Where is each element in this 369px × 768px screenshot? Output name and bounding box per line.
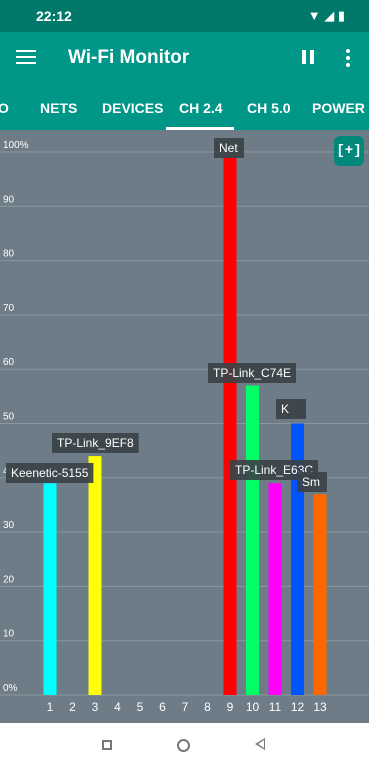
x-tick-label: 13 bbox=[313, 700, 327, 714]
tab-ch-24[interactable]: CH 2.4 bbox=[179, 100, 223, 116]
menu-icon[interactable] bbox=[14, 46, 38, 70]
signal-icon: ◢ bbox=[324, 8, 335, 23]
x-tick-label: 10 bbox=[246, 700, 260, 714]
y-tick-label: 80 bbox=[3, 249, 15, 260]
x-tick-label: 3 bbox=[92, 700, 99, 714]
x-tick-label: 6 bbox=[159, 700, 166, 714]
tab-ch-50[interactable]: CH 5.0 bbox=[247, 100, 291, 116]
x-tick-label: 4 bbox=[114, 700, 121, 714]
y-tick-label: 0% bbox=[3, 683, 18, 694]
y-tick-label: 30 bbox=[3, 520, 15, 531]
bar-label: Net bbox=[219, 141, 238, 155]
recents-icon[interactable] bbox=[102, 740, 112, 750]
bar-ch-1 bbox=[43, 483, 57, 695]
wifi-icon: ▼ bbox=[307, 8, 321, 23]
y-tick-label: 10 bbox=[3, 629, 15, 640]
x-tick-label: 7 bbox=[182, 700, 189, 714]
home-icon[interactable] bbox=[177, 739, 190, 752]
back-icon[interactable] bbox=[255, 738, 265, 750]
y-tick-label: 90 bbox=[3, 194, 15, 205]
bar-label: Sm bbox=[302, 475, 320, 489]
y-tick-label: 60 bbox=[3, 357, 15, 368]
app-title: Wi-Fi Monitor bbox=[68, 47, 190, 68]
x-tick-label: 1 bbox=[47, 700, 54, 714]
status-icons: ▼ ◢ ▮ bbox=[308, 8, 345, 24]
y-tick-label: 100% bbox=[3, 140, 29, 151]
chart-svg: 0%102030405060708090100%1234567891011121… bbox=[0, 138, 369, 714]
bar-label: TP-Link_C74E bbox=[213, 366, 291, 380]
bar-ch-13 bbox=[313, 494, 327, 695]
y-tick-label: 50 bbox=[3, 412, 15, 423]
x-tick-label: 8 bbox=[204, 700, 211, 714]
tab-devices[interactable]: DEVICES bbox=[102, 100, 163, 116]
more-icon[interactable] bbox=[340, 46, 356, 70]
status-time: 22:12 bbox=[36, 8, 72, 24]
bar-label: K bbox=[281, 402, 289, 416]
pause-icon[interactable] bbox=[298, 48, 318, 68]
tab-nets[interactable]: NETS bbox=[40, 100, 77, 116]
x-tick-label: 9 bbox=[227, 700, 234, 714]
x-tick-label: 12 bbox=[291, 700, 305, 714]
y-tick-label: 70 bbox=[3, 303, 15, 314]
battery-icon: ▮ bbox=[337, 8, 345, 23]
x-tick-label: 2 bbox=[69, 700, 76, 714]
tab-power[interactable]: POWER bbox=[312, 100, 365, 116]
x-tick-label: 5 bbox=[137, 700, 144, 714]
x-tick-label: 11 bbox=[269, 700, 282, 714]
bar-label: Keenetic-5155 bbox=[11, 466, 89, 480]
tab-partial[interactable]: O bbox=[0, 100, 9, 116]
channel-chart: 0%102030405060708090100%1234567891011121… bbox=[0, 130, 369, 723]
bar-label: TP-Link_9EF8 bbox=[57, 436, 134, 450]
status-bar: 22:12 ▼ ◢ ▮ bbox=[0, 0, 369, 32]
add-button[interactable]: [+] bbox=[334, 136, 364, 166]
bar-ch-10 bbox=[246, 385, 259, 695]
bar-ch-3 bbox=[88, 456, 102, 695]
y-tick-label: 20 bbox=[3, 574, 15, 585]
bar-ch-9 bbox=[223, 157, 237, 695]
tab-bar: O NETS DEVICES CH 2.4 CH 5.0 POWER bbox=[0, 84, 369, 130]
app-bar: Wi-Fi Monitor bbox=[0, 32, 369, 84]
bar-ch-11 bbox=[268, 483, 282, 695]
